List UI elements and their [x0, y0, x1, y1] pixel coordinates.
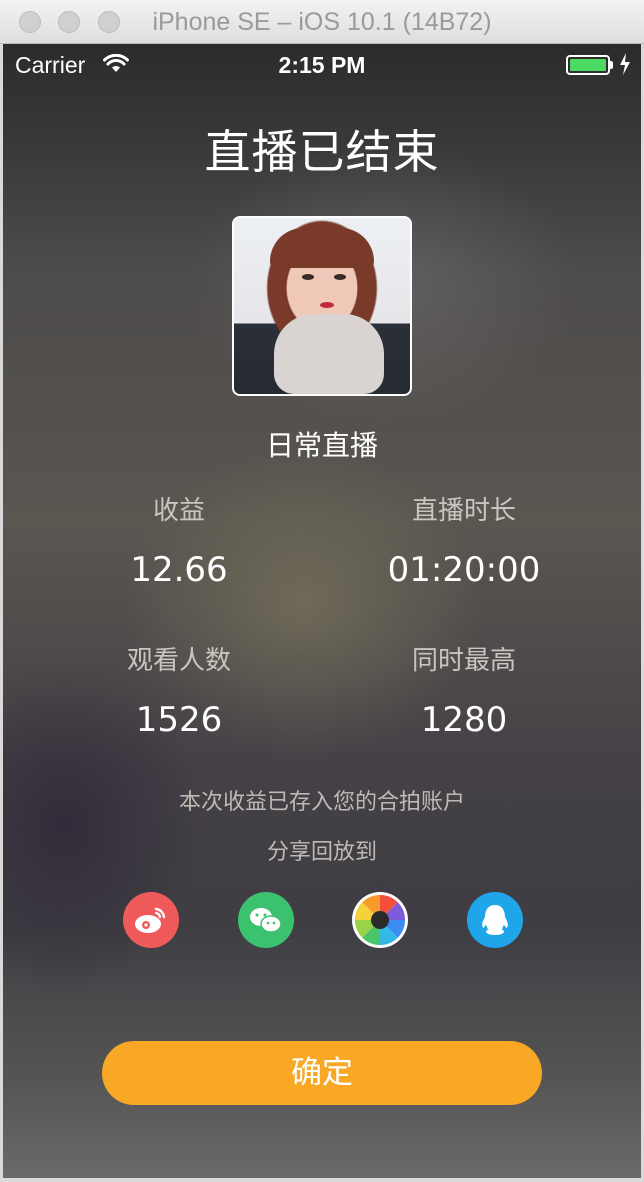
income-label: 收益	[152, 496, 205, 526]
viewers-value: 1526	[135, 700, 223, 740]
duration-label: 直播时长	[411, 496, 516, 526]
qq-icon	[482, 905, 508, 935]
battery-icon	[566, 55, 610, 75]
peak-value: 1280	[420, 700, 508, 740]
weibo-icon	[135, 907, 166, 933]
wechat-icon	[250, 908, 282, 933]
peak-label: 同时最高	[411, 646, 516, 676]
share-weibo-button[interactable]	[123, 892, 179, 948]
moments-icon	[354, 894, 406, 946]
page-title: 直播已结束	[204, 125, 440, 179]
confirm-button[interactable]: 确定	[102, 1041, 542, 1105]
simulator-window: iPhone SE – iOS 10.1 (14B72) Carrier 2:1…	[0, 0, 644, 1182]
live-title: 日常直播	[265, 429, 378, 462]
window-titlebar: iPhone SE – iOS 10.1 (14B72)	[0, 0, 644, 44]
viewers-label: 观看人数	[126, 646, 231, 676]
income-value: 12.66	[130, 550, 228, 590]
income-note: 本次收益已存入您的合拍账户	[178, 790, 465, 815]
share-wechat-button[interactable]	[238, 892, 294, 948]
share-qq-button[interactable]	[467, 892, 523, 948]
share-moments-button[interactable]	[352, 892, 408, 948]
status-bar: Carrier 2:15 PM	[3, 44, 641, 86]
streamer-avatar	[232, 216, 412, 396]
duration-value: 01:20:00	[387, 550, 541, 590]
charging-bolt-icon	[619, 53, 631, 79]
live-ended-screen: Carrier 2:15 PM 直播已结束 日常直播 收益 直播时长 12.66…	[3, 44, 641, 1178]
battery-tip	[610, 61, 613, 69]
share-label: 分享回放到	[266, 840, 377, 865]
status-time: 2:15 PM	[278, 52, 366, 78]
window-title: iPhone SE – iOS 10.1 (14B72)	[152, 8, 492, 36]
